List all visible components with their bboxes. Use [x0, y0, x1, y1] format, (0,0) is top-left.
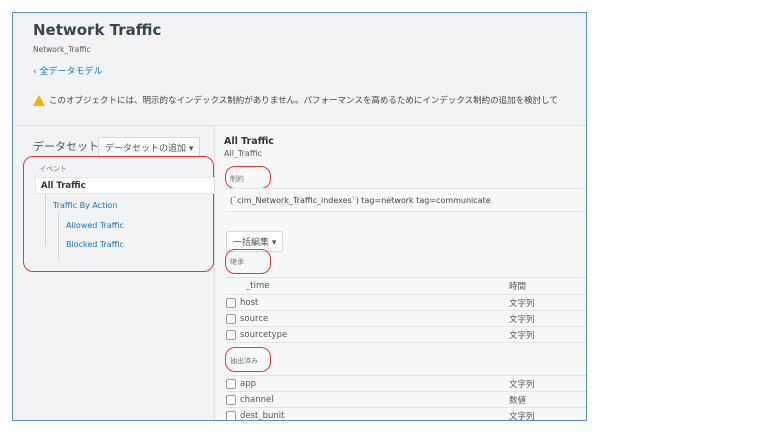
field-row: channel 数値	[226, 392, 586, 408]
page-title: Network Traffic	[33, 21, 162, 39]
back-link[interactable]: ‹ 全データモデル	[33, 64, 102, 77]
field-type: 時間	[509, 282, 527, 292]
tree-line	[45, 194, 46, 246]
tree-item-allowed-traffic[interactable]: Allowed Traffic	[66, 221, 124, 230]
field-row: dest_bunit 文字列	[226, 408, 586, 421]
datasets-label: データセット	[33, 140, 99, 153]
dataset-subtitle: All_Traffic	[224, 149, 262, 158]
warning-banner: このオブジェクトには、明示的なインデックス制約がありません。パフォーマンスを高め…	[33, 94, 558, 106]
field-name: dest_bunit	[240, 410, 285, 421]
field-checkbox[interactable]	[226, 297, 236, 308]
field-name: sourcetype	[240, 329, 288, 340]
field-checkbox[interactable]	[226, 329, 236, 340]
tree-line	[58, 213, 59, 259]
warning-text: このオブジェクトには、明示的なインデックス制約がありません。パフォーマンスを高め…	[49, 96, 558, 106]
warning-icon	[33, 94, 45, 106]
field-type: 文字列	[509, 298, 535, 309]
dataset-sidebar: データセット データセットの追加 ▾ イベント All Traffic Traf…	[13, 126, 215, 420]
field-name: app	[240, 378, 256, 389]
field-name: _time	[246, 281, 270, 291]
dataset-title: All Traffic	[224, 136, 274, 147]
field-name: source	[240, 313, 269, 324]
field-checkbox[interactable]	[226, 313, 236, 324]
tree-item-traffic-by-action[interactable]: Traffic By Action	[53, 201, 117, 210]
field-type: 文字列	[509, 314, 535, 325]
field-name: host	[240, 297, 259, 308]
field-checkbox[interactable]	[226, 378, 236, 389]
inherited-label: 継承	[230, 258, 244, 266]
add-dataset-button[interactable]: データセットの追加 ▾	[98, 137, 201, 158]
back-link-label: 全データモデル	[39, 67, 103, 77]
field-type: 文字列	[509, 411, 535, 421]
section-label: イベント	[39, 165, 67, 173]
field-type: 文字列	[509, 330, 535, 341]
tree-item-blocked-traffic[interactable]: Blocked Traffic	[66, 240, 124, 249]
page-subtitle: Network_Traffic	[33, 45, 91, 54]
field-type: 数値	[509, 395, 527, 406]
extracted-label: 抽出済み	[230, 357, 258, 365]
field-checkbox[interactable]	[226, 410, 236, 420]
constraint-row[interactable]: (`cim_Network_Traffic_indexes`) tag=netw…	[226, 188, 586, 212]
field-row: _time 時間	[226, 277, 586, 295]
field-row: app 文字列	[226, 375, 586, 392]
tree-item-all-traffic[interactable]: All Traffic	[35, 177, 215, 194]
field-row: sourcetype 文字列	[226, 327, 586, 343]
field-name: channel	[240, 394, 274, 405]
field-checkbox[interactable]	[226, 394, 236, 405]
dataset-detail: All Traffic All_Traffic 制約 (`cim_Network…	[216, 126, 586, 420]
field-row: host 文字列	[226, 295, 586, 311]
app-window: Network Traffic Network_Traffic ‹ 全データモデ…	[12, 12, 587, 421]
field-type: 文字列	[509, 379, 535, 390]
constraints-label: 制約	[230, 175, 244, 183]
field-row: source 文字列	[226, 311, 586, 327]
